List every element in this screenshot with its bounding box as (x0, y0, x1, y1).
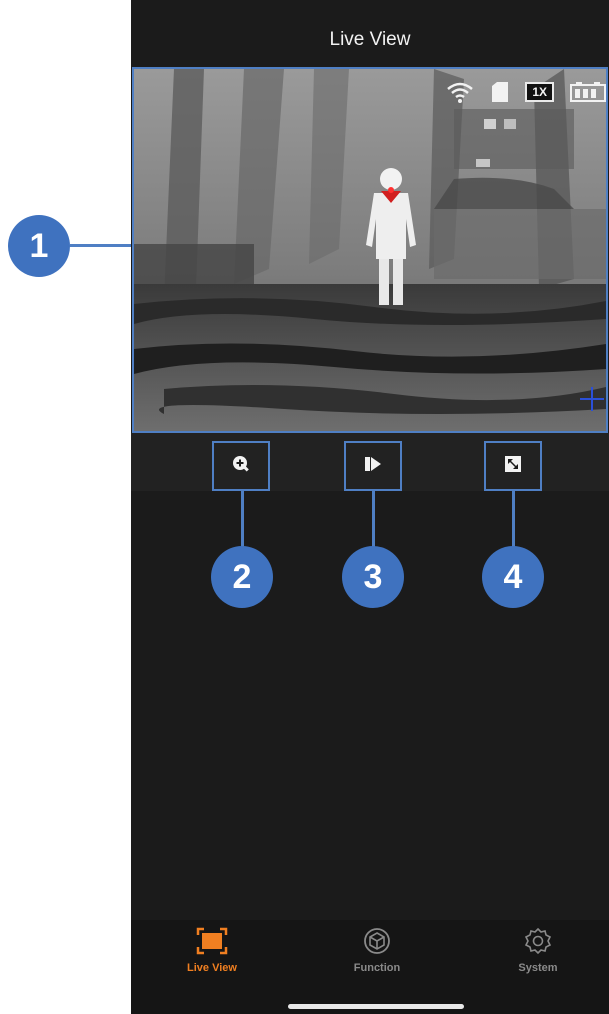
battery-icon (570, 81, 606, 103)
live-view-icon (196, 926, 228, 956)
palette-button[interactable] (344, 441, 402, 491)
thermal-live-view[interactable]: 1X (132, 67, 608, 433)
page-title: Live View (329, 29, 411, 50)
callout-4: 4 (482, 546, 544, 608)
wifi-icon (445, 80, 475, 104)
status-overlay: 1X (445, 77, 606, 107)
zoom-in-icon (232, 455, 250, 478)
zoom-level-badge: 1X (525, 82, 554, 102)
bottom-tab-bar: Live View Function System (131, 920, 609, 1014)
fullscreen-icon (504, 455, 522, 478)
sd-card-icon (491, 81, 509, 103)
callout-1-line (70, 244, 132, 247)
control-bar (131, 433, 609, 491)
palette-icon (364, 455, 382, 478)
title-bar: Live View (131, 12, 609, 68)
fullscreen-button[interactable] (484, 441, 542, 491)
tab-live-view[interactable]: Live View (152, 920, 272, 990)
callout-4-line (512, 491, 515, 549)
tab-function[interactable]: Function (317, 920, 437, 990)
phone-screen: Live View 1X 2 3 4 Live View Function Sy… (131, 0, 609, 1014)
callout-3: 3 (342, 546, 404, 608)
home-indicator (288, 1004, 464, 1009)
tab-label-function: Function (353, 962, 401, 974)
function-icon (363, 926, 391, 956)
callout-3-line (372, 491, 375, 549)
callout-2-line (241, 491, 244, 549)
callout-2: 2 (211, 546, 273, 608)
gear-icon (524, 926, 552, 956)
zoom-button[interactable] (212, 441, 270, 491)
callout-1: 1 (8, 215, 70, 277)
tab-label-live-view: Live View (187, 962, 237, 974)
thermal-image (134, 69, 606, 431)
tab-label-system: System (518, 962, 558, 974)
page: 1 Live View 1X 2 3 4 Live View Function … (0, 0, 609, 1014)
tab-system[interactable]: System (478, 920, 598, 990)
